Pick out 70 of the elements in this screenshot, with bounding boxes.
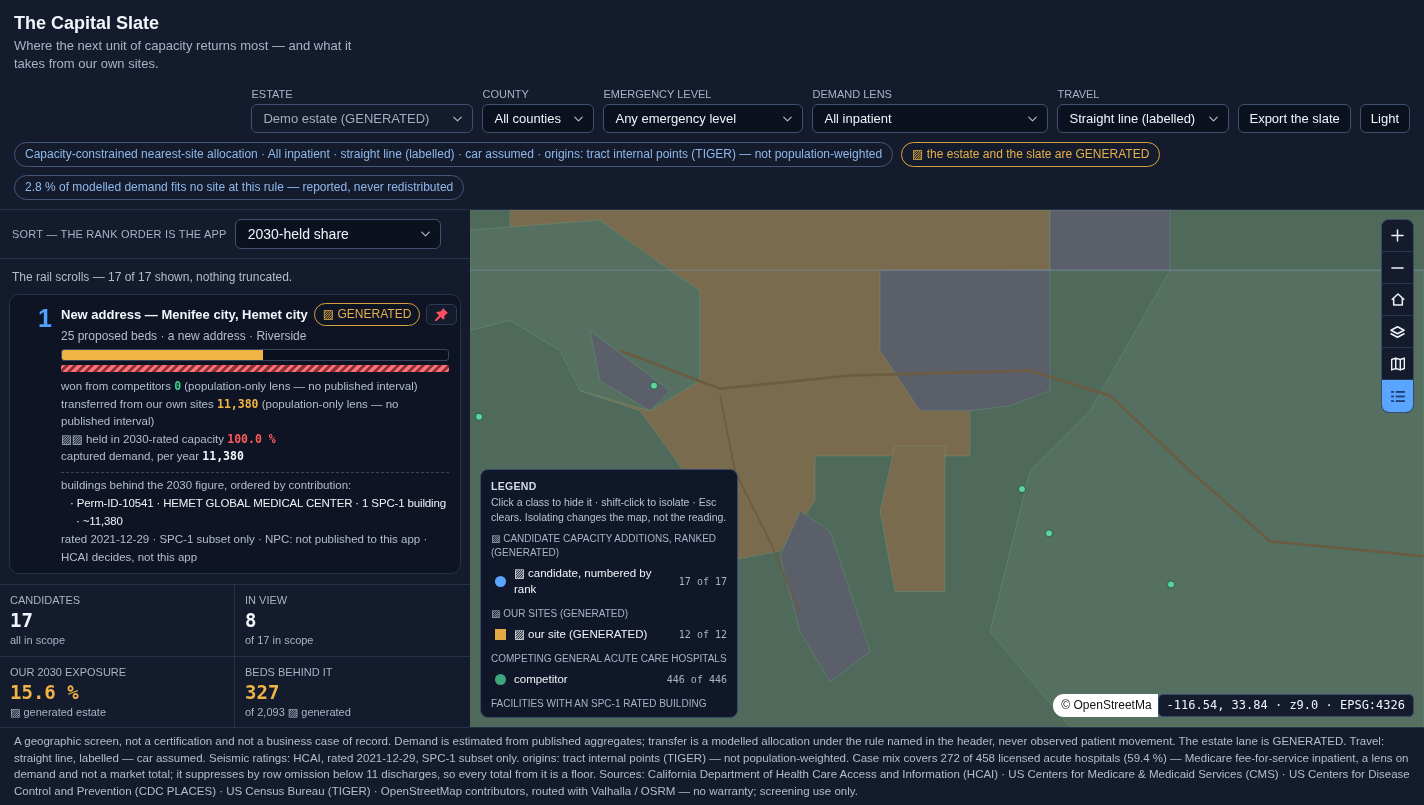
competitor-marker-icon[interactable] bbox=[1166, 580, 1176, 589]
filter-select[interactable]: Any emergency level bbox=[603, 104, 804, 133]
stat-value: 17 bbox=[10, 608, 34, 633]
stat-note: of 2,093 ▨ generated bbox=[245, 705, 352, 720]
legend-class-label[interactable]: ▨ our site (GENERATED) bbox=[514, 626, 648, 642]
app-subtitle: Where the next unit of capacity returns most — and what it takes from our own sites. bbox=[14, 37, 353, 73]
competitor-marker-icon[interactable] bbox=[474, 412, 484, 421]
legend-title: LEGEND bbox=[491, 479, 538, 493]
home-icon bbox=[1390, 293, 1405, 306]
competitor-marker-icon[interactable] bbox=[1044, 529, 1054, 538]
filter-label: TRAVEL bbox=[1057, 87, 1101, 101]
sort-select[interactable]: 2030-held share bbox=[234, 219, 441, 249]
filter-select[interactable]: Straight line (labelled) bbox=[1057, 104, 1230, 133]
layers-icon bbox=[1390, 325, 1405, 338]
map-icon bbox=[1390, 356, 1405, 371]
legend-class-label[interactable]: ▨ candidate, numbered by rank bbox=[514, 565, 671, 597]
filter-select[interactable]: All counties bbox=[482, 104, 595, 133]
coordinates-readout: -116.54, 33.84 · z9.0 · EPSG:4326 bbox=[1157, 694, 1414, 717]
sort-label: SORT — THE RANK ORDER IS THE APP bbox=[12, 226, 227, 242]
list-icon bbox=[1390, 390, 1405, 402]
legend-heading: COMPETING GENERAL ACUTE CARE HOSPITALS bbox=[491, 652, 727, 666]
pin-button[interactable] bbox=[426, 304, 458, 325]
legend-heading: ▨ CANDIDATE CAPACITY ADDITIONS, RANKED (GENERATED) bbox=[491, 532, 718, 560]
stat-label: CANDIDATES bbox=[10, 593, 82, 607]
stat-note: ▨ generated estate bbox=[10, 705, 107, 720]
candidate-title: New address — Menifee city, Hemet city bbox=[61, 305, 308, 324]
map-view[interactable] bbox=[470, 210, 1424, 727]
metric-line: transferred from our own sites 11,380 (population-only lens — no published interval) bbox=[61, 395, 400, 429]
stat-value: 8 bbox=[245, 608, 258, 633]
filter-label: COUNTY bbox=[482, 87, 530, 101]
rail-note: The rail scrolls — 17 of 17 shown, nothing truncated. bbox=[11, 269, 294, 286]
export-button[interactable]: Export the slate bbox=[1238, 104, 1351, 133]
metric-line: won from competitors 0 (population-only lens — no published interval) bbox=[61, 378, 419, 395]
filter-label: DEMAND LENS bbox=[812, 87, 893, 101]
legend-hint: Click a class to hide it · shift-click to isolate · Esc clears. Isolating changes the map, not the reading. bbox=[491, 495, 727, 525]
legend-heading: ▨ OUR SITES (GENERATED) bbox=[491, 607, 630, 621]
plus-icon bbox=[1391, 229, 1404, 242]
filter-label: EMERGENCY LEVEL bbox=[603, 87, 713, 101]
metric-line: captured demand, per year 11,380 bbox=[61, 448, 245, 465]
app-title: The Capital Slate bbox=[14, 12, 161, 35]
competitor-marker-icon[interactable] bbox=[649, 381, 659, 390]
legend-class-label[interactable]: competitor bbox=[514, 671, 568, 687]
buildings-heading: buildings behind the 2030 figure, ordered by contribution: bbox=[61, 477, 353, 493]
stat-label: IN VIEW bbox=[245, 593, 289, 607]
stat-value: 15.6 % bbox=[10, 680, 80, 705]
stat-label: BEDS BEHIND IT bbox=[245, 665, 334, 679]
legend-count: 12 of 12 bbox=[678, 627, 727, 642]
rating-note: rated 2021-12-29 · SPC-1 subset only · NPC: not published to this app · HCAI decides, not this app bbox=[61, 532, 429, 565]
legend-button[interactable] bbox=[1382, 380, 1413, 412]
footer-disclaimer: A geographic screen, not a certification and not a business case of record. Demand is estimated from published aggregates; transfer is a modelled allocation under the rule named in the header, never observed patient movement. The estate lane is GENERATED. Travel: straight line, labelled — car assumed. Seismic ratings: HCAI, rated 2021-12-29, SPC-1 subset only. origins: tract internal points (TIGER) — not population-weighted. Case mix covers 272 of 458 licensed acute hospitals (59.4 %) — Medicare fee-for-service inpatient, a lens on demand and not a market total; it suppresses by row omission below 11 discharges, so every total from it is a floor. Sources: California Department of Health Care Access and Information (HCAI) · US Centers for Medicare & Medicaid Services (CMS) · US Centers for Disease Control and Prevention (CDC PLACES) · US Census Bureau (TIGER) · OpenStreetMap contributors, routed with Valhalla / OSRM — no warranty; screening use only. bbox=[14, 734, 1410, 799]
minus-icon bbox=[1391, 266, 1404, 269]
competitor-marker-icon[interactable] bbox=[1017, 485, 1027, 494]
legend-heading: FACILITIES WITH AN SPC-1 RATED BUILDING bbox=[491, 697, 708, 711]
building-entry: · Perm-ID-10541 · HEMET GLOBAL MEDICAL CENTER · 1 SPC-1 building · ~11,380 bbox=[69, 496, 447, 529]
zoom-in-button[interactable] bbox=[1382, 220, 1413, 252]
legend-count: 17 of 17 bbox=[678, 574, 727, 589]
legend-count: 446 of 446 bbox=[666, 672, 727, 687]
filter-select[interactable]: All inpatient bbox=[812, 104, 1049, 133]
metric-line: ▨▨ held in 2030-rated capacity 100.0 % bbox=[61, 430, 277, 448]
candidate-card[interactable] bbox=[9, 294, 461, 574]
filter-label: ESTATE bbox=[251, 87, 294, 101]
pin-icon bbox=[435, 308, 449, 321]
map-attribution[interactable]: © OpenStreetMa bbox=[1053, 694, 1158, 717]
rank-number: 1 bbox=[37, 303, 52, 333]
candidate-summary: 25 proposed beds · a new address · Riverside bbox=[61, 328, 308, 345]
stat-value: 327 bbox=[245, 680, 281, 705]
theme-button[interactable]: Light bbox=[1359, 104, 1410, 133]
stat-note: all in scope bbox=[10, 633, 67, 648]
stat-note: of 17 in scope bbox=[245, 633, 315, 648]
stat-label: OUR 2030 EXPOSURE bbox=[10, 665, 128, 679]
